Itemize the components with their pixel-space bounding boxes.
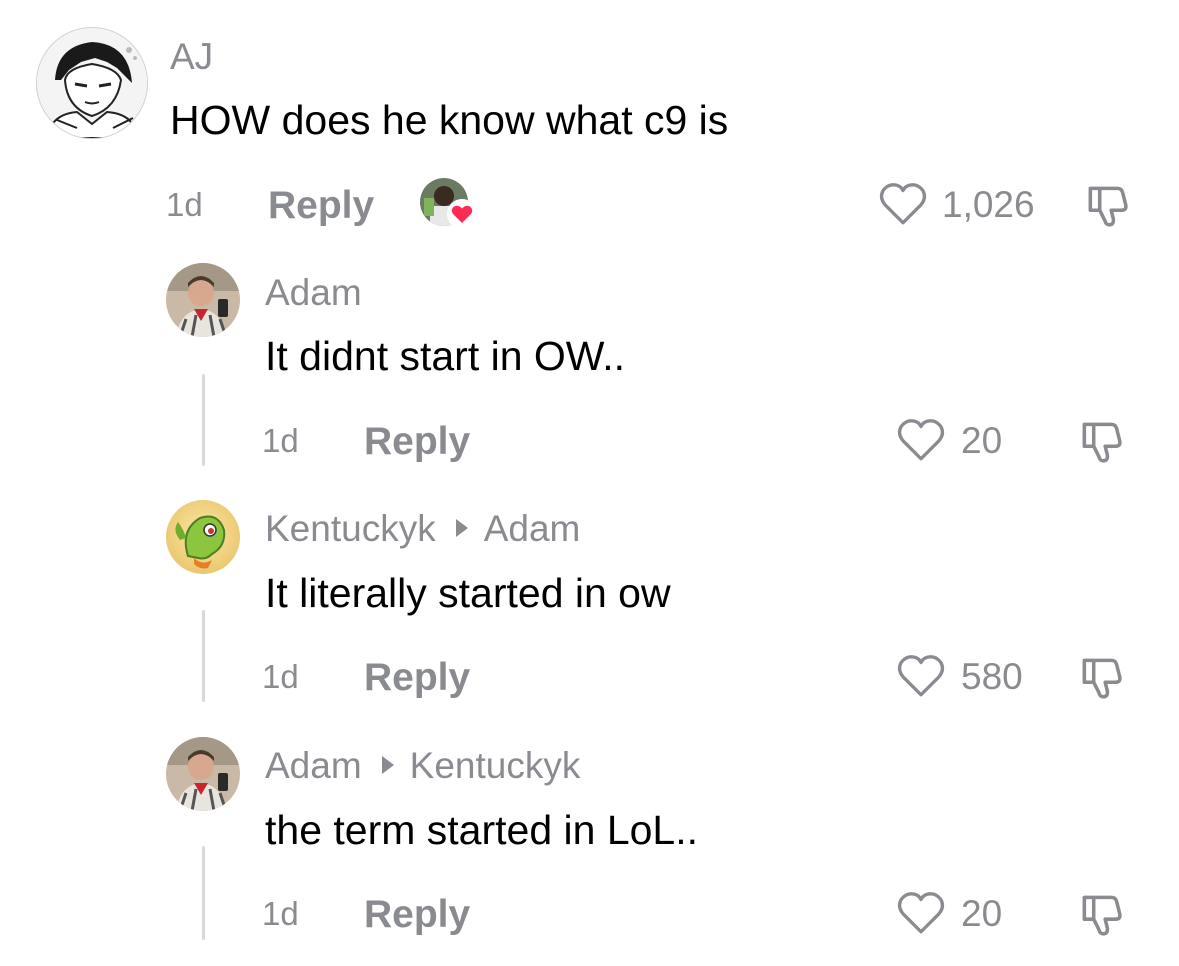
- avatar-image: [37, 28, 147, 138]
- avatar-image: [166, 263, 240, 337]
- avatar[interactable]: [166, 500, 240, 574]
- heart-outline-icon[interactable]: [878, 181, 928, 227]
- heart-outline-icon[interactable]: [896, 890, 946, 936]
- like-count: 20: [961, 893, 1003, 934]
- avatar[interactable]: [36, 27, 148, 139]
- avatar[interactable]: [166, 737, 240, 811]
- reply-to-arrow-icon: [455, 519, 468, 537]
- comment-author[interactable]: Adam: [265, 274, 362, 311]
- comment-time: 1d: [262, 422, 299, 459]
- author-name[interactable]: AJ: [170, 36, 213, 77]
- avatar-image: [166, 500, 240, 574]
- thumbs-down-icon[interactable]: [1076, 889, 1126, 939]
- comment-time: 1d: [262, 895, 299, 932]
- comment-author[interactable]: Kentuckyk Adam: [265, 510, 580, 547]
- avatar-image: [166, 737, 240, 811]
- thumbs-down-icon[interactable]: [1082, 180, 1132, 230]
- comment-author[interactable]: AJ: [170, 38, 213, 75]
- reply-button[interactable]: Reply: [364, 658, 470, 697]
- like-count: 20: [961, 420, 1003, 461]
- comment-time: 1d: [166, 186, 203, 223]
- reply-to-name[interactable]: Kentuckyk: [410, 745, 581, 786]
- reply-to-arrow-icon: [381, 756, 394, 774]
- thread-line: [202, 846, 205, 940]
- author-name[interactable]: Kentuckyk: [265, 508, 436, 549]
- reply-to-name[interactable]: Adam: [484, 508, 581, 549]
- creator-liked-badge: [420, 178, 482, 229]
- heart-outline-icon[interactable]: [896, 653, 946, 699]
- reply-button[interactable]: Reply: [364, 422, 470, 461]
- comment-text: It didnt start in OW..: [265, 333, 626, 379]
- thumbs-down-icon[interactable]: [1076, 652, 1126, 702]
- like-count: 1,026: [942, 184, 1035, 225]
- comment-author[interactable]: Adam Kentuckyk: [265, 747, 580, 784]
- thread-line: [202, 610, 205, 702]
- comment-text: HOW does he know what c9 is: [170, 97, 729, 143]
- like-count: 580: [961, 656, 1023, 697]
- avatar[interactable]: [166, 263, 240, 337]
- heart-badge-icon: [447, 199, 477, 229]
- author-name[interactable]: Adam: [265, 272, 362, 313]
- reply-button[interactable]: Reply: [268, 186, 374, 225]
- thumbs-down-icon[interactable]: [1076, 416, 1126, 466]
- thread-line: [202, 374, 205, 466]
- reply-button[interactable]: Reply: [364, 895, 470, 934]
- author-name[interactable]: Adam: [265, 745, 362, 786]
- comment-text: It literally started in ow: [265, 570, 671, 616]
- comment-time: 1d: [262, 658, 299, 695]
- comment-text: the term started in LoL..: [265, 807, 699, 853]
- heart-outline-icon[interactable]: [896, 417, 946, 463]
